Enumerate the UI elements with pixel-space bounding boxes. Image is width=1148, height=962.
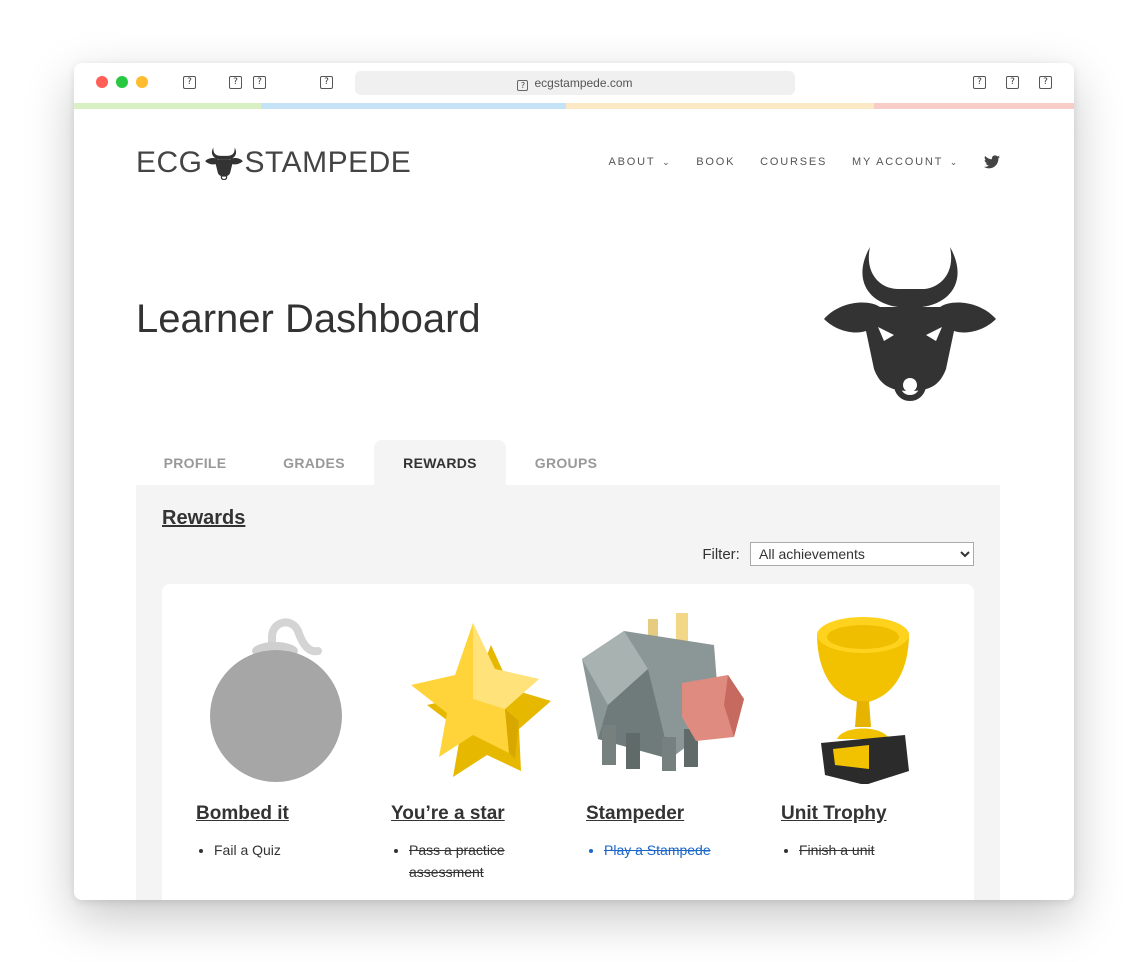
close-window-button[interactable] [96,76,108,88]
tab-profile[interactable]: PROFILE [136,440,254,486]
reward-title: Stampeder [586,803,685,824]
forward-icon[interactable]: ? [253,76,266,89]
rewards-panel: Rewards Filter: All achievements Bombed … [136,485,1000,900]
reward-card: Stampeder Play a Stampede [578,584,758,900]
reward-requirements: Pass a practice assessment [409,839,549,883]
lock-icon: ? [517,80,529,91]
chevron-down-icon: ⌄ [949,158,960,168]
star-icon [411,623,551,777]
page-content: ECG STAMPEDE ABOUT ⌄ BOOK COURSES MY ACC… [74,109,1074,900]
url-text: ecgstampede.com [534,76,633,90]
reward-requirement: Finish a unit [799,839,939,861]
logo-text-right: STAMPEDE [244,146,412,180]
nav-book[interactable]: BOOK [696,156,735,168]
reward-card: You’re a star Pass a practice assessment [383,584,563,900]
filter-select[interactable]: All achievements [750,542,974,566]
filter-control: Filter: All achievements [702,542,974,566]
bull-logo-icon [204,147,243,181]
reward-title: Bombed it [196,803,289,824]
sidebar-icon[interactable]: ? [183,76,196,89]
logo-text-left: ECG [136,146,203,180]
tab-groups[interactable]: GROUPS [506,440,626,486]
shield-icon[interactable]: ? [320,76,333,89]
bull-mascot-icon [824,247,996,401]
reward-card: Unit Trophy Finish a unit [773,584,953,900]
main-nav: ABOUT ⌄ BOOK COURSES MY ACCOUNT ⌄ [589,155,1000,169]
minimize-window-button[interactable] [136,76,148,88]
reward-requirement: Fail a Quiz [214,839,354,861]
tab-grades[interactable]: GRADES [254,440,374,486]
chevron-down-icon: ⌄ [662,158,672,168]
reward-title: You’re a star [391,803,505,824]
nav-about[interactable]: ABOUT ⌄ [609,156,672,168]
reward-requirement-link[interactable]: Play a Stampede [604,839,744,861]
reward-requirements: Finish a unit [799,839,939,861]
reward-requirements: Play a Stampede [604,839,744,861]
tab-rewards[interactable]: REWARDS [374,440,506,486]
reward-requirements: Fail a Quiz [214,839,354,861]
tabs-overview-icon[interactable]: ? [1039,76,1052,89]
dashboard-tabs: PROFILE GRADES REWARDS GROUPS [136,440,1000,486]
bull-figure-icon [582,613,744,771]
rewards-cards: Bombed it Fail a Quiz You’re a star [162,584,974,900]
site-logo[interactable]: ECG STAMPEDE [136,145,411,185]
trophy-icon [817,617,909,784]
twitter-icon[interactable] [984,155,1000,169]
reward-title: Unit Trophy [781,803,887,824]
nav-courses[interactable]: COURSES [760,156,827,168]
filter-label: Filter: [702,545,740,563]
new-tab-icon[interactable]: ? [1006,76,1019,89]
rewards-heading: Rewards [162,507,246,529]
page-title: Learner Dashboard [136,297,481,341]
maximize-window-button[interactable] [116,76,128,88]
reward-requirement: Pass a practice assessment [409,839,549,883]
reward-card: Bombed it Fail a Quiz [188,584,368,900]
browser-titlebar: ? ? ? ? ? ecgstampede.com ? ? ? [74,63,1074,103]
share-icon[interactable]: ? [973,76,986,89]
bomb-icon [210,618,342,782]
nav-my-account[interactable]: MY ACCOUNT ⌄ [852,156,959,168]
address-bar[interactable]: ? ecgstampede.com [355,71,795,95]
back-icon[interactable]: ? [229,76,242,89]
browser-window: ? ? ? ? ? ecgstampede.com ? ? ? ECG STAMP… [74,63,1074,900]
